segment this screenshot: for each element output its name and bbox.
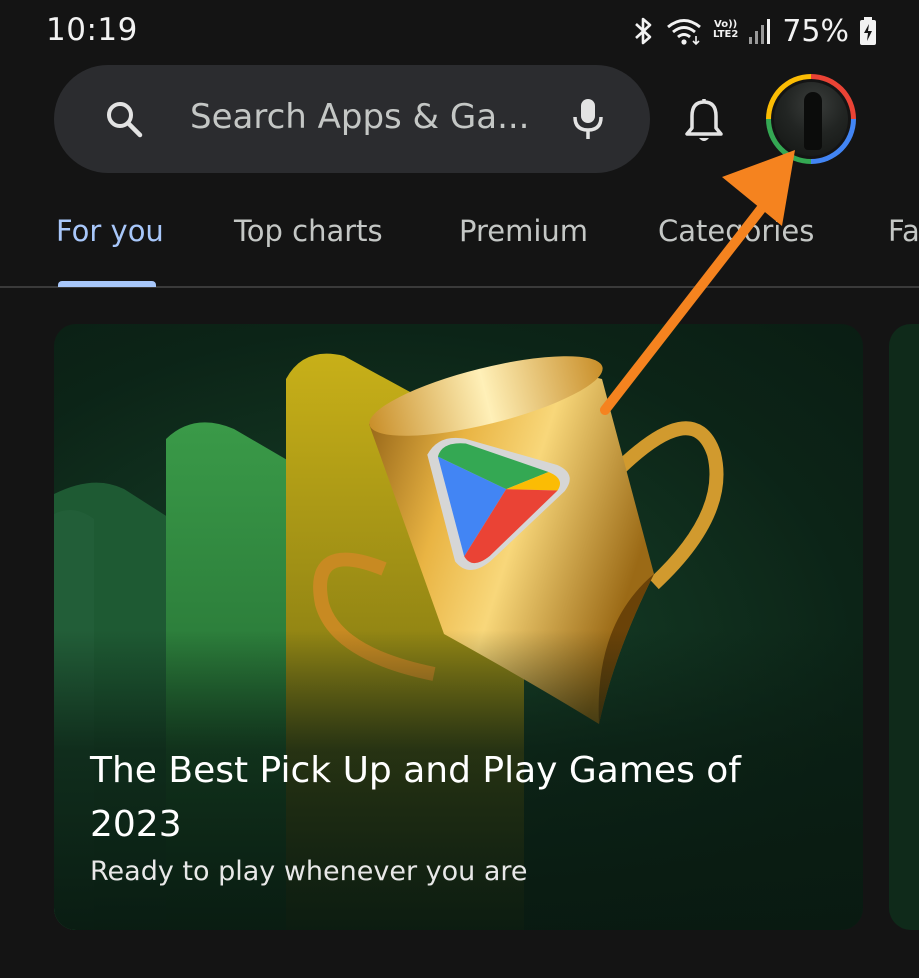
lte-label: LTE2 [712,29,739,40]
search-bar[interactable]: Search Apps & Ga... [54,65,650,173]
search-input[interactable]: Search Apps & Ga... [190,97,530,137]
search-icon [107,102,143,138]
play-store-screen: 10:19 Vo)) LTE2 75% Search Apps & Ga... … [0,0,919,978]
status-time: 10:19 [46,12,138,48]
volte-indicator: Vo)) LTE2 [713,20,738,40]
avatar [774,82,848,156]
active-tab-indicator [58,281,156,287]
tab-premium[interactable]: Premium [459,214,588,248]
avatar-silhouette [804,92,822,150]
bell-icon[interactable] [684,98,724,144]
tab-family[interactable]: Fa [888,214,919,248]
account-avatar-button[interactable] [766,74,856,164]
signal-icon [749,19,771,44]
status-icons: Vo)) LTE2 75% [631,13,877,49]
status-bar: 10:19 Vo)) LTE2 75% [0,0,919,62]
featured-banner-card[interactable]: The Best Pick Up and Play Games of 2023 … [54,324,863,930]
next-banner-card[interactable] [889,324,919,930]
bluetooth-icon [635,17,652,45]
card-subtitle: Ready to play whenever you are [90,856,528,887]
tab-bar: For you Top charts Premium Categories Fa [0,200,919,288]
mic-icon[interactable] [570,97,606,141]
tab-for-you[interactable]: For you [56,214,164,248]
avatar-ring [771,79,851,159]
battery-icon [860,17,876,45]
card-title: The Best Pick Up and Play Games of 2023 [90,750,741,845]
wifi-icon [667,19,701,46]
battery-percent: 75% [782,13,849,49]
tab-categories[interactable]: Categories [658,214,814,248]
tab-top-charts[interactable]: Top charts [234,214,383,248]
